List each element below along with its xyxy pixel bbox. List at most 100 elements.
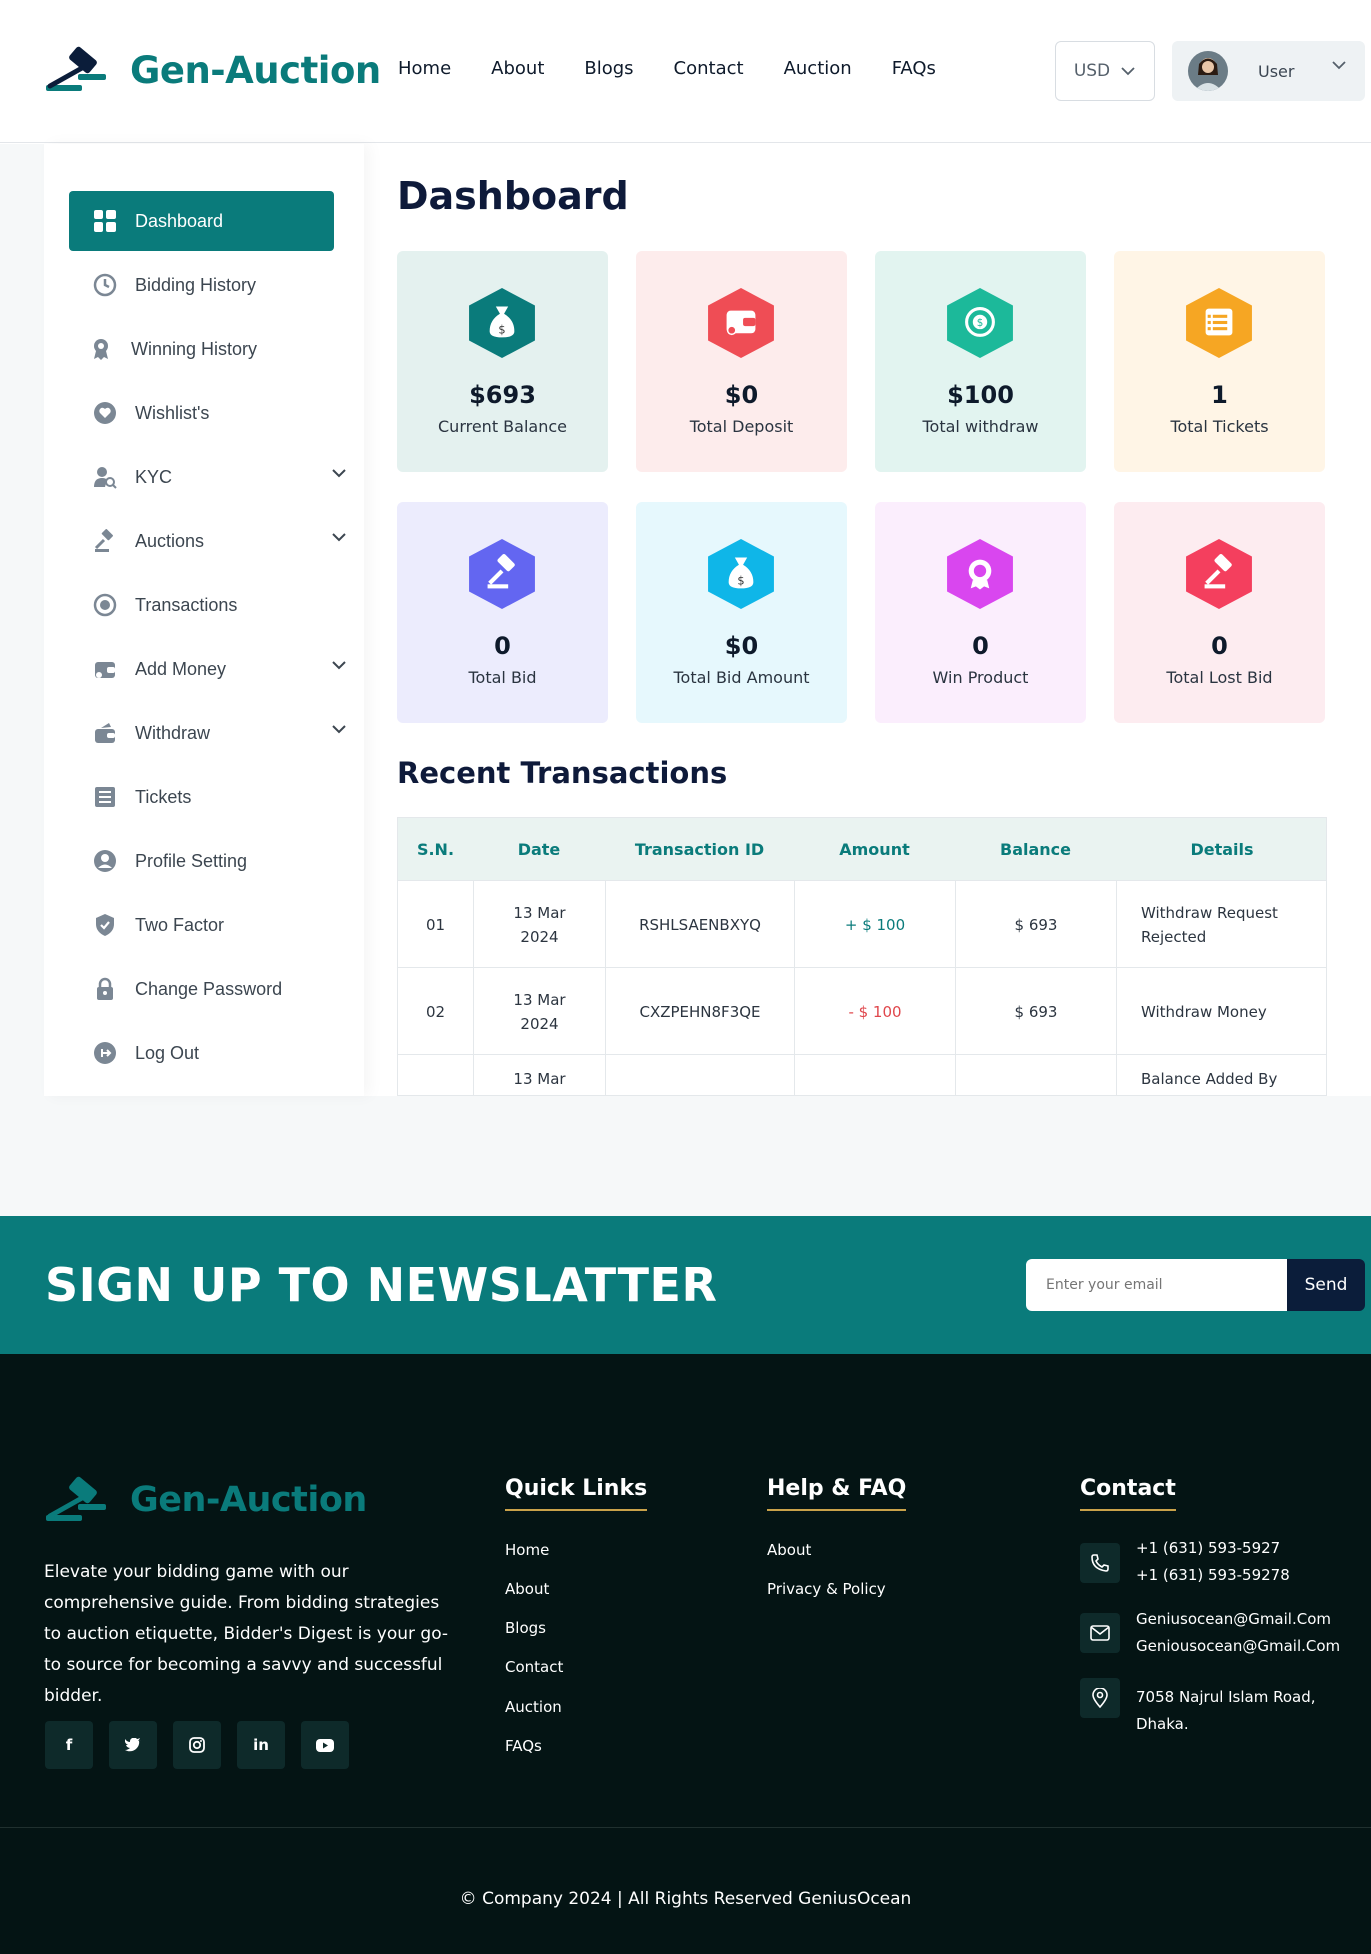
stat-value: $693 <box>469 381 536 409</box>
cell-date: 13 Mar 2024 <box>473 968 605 1055</box>
cell-sn: 02 <box>425 1002 446 1021</box>
nav-about[interactable]: About <box>491 58 544 79</box>
footer-logo[interactable]: Gen-Auction <box>44 1476 367 1524</box>
sidebar-item-bidding-history[interactable]: Bidding History <box>69 255 334 315</box>
newsletter-email-input[interactable] <box>1026 1259 1288 1311</box>
brand-logo[interactable]: Gen-Auction <box>44 46 381 94</box>
sidebar-item-tickets[interactable]: Tickets <box>69 767 334 827</box>
stat-label: Total Deposit <box>689 417 794 436</box>
copyright-text: © Company 2024 | All Rights Reserved Gen… <box>459 1889 912 1909</box>
svg-text:$: $ <box>737 573 744 587</box>
chevron-down-icon <box>1332 61 1346 70</box>
footer-link-about[interactable]: About <box>505 1580 549 1598</box>
stat-card: $ $100 Total withdraw <box>875 251 1086 472</box>
sidebar-item-profile-setting[interactable]: Profile Setting <box>69 831 334 891</box>
footer-link-faqs[interactable]: FAQs <box>505 1737 542 1755</box>
sidebar-item-auctions[interactable]: Auctions <box>69 511 346 571</box>
chevron-down-icon <box>332 661 346 670</box>
transactions-table: S.N. Date Transaction ID Amount Balance … <box>397 817 1327 1096</box>
th-amount: Amount <box>839 839 910 859</box>
contact-email-2[interactable]: Geniousocean@Gmail.Com <box>1136 1633 1340 1660</box>
currency-value: USD <box>1073 61 1111 81</box>
table-row: 0313 Mar9L3IS5XYOVII+ $ 1000$ 693Balance… <box>398 1054 1326 1095</box>
heart-icon <box>92 400 118 426</box>
sidebar-item-wishlist[interactable]: Wishlist's <box>69 383 334 443</box>
gavel-icon <box>1186 539 1252 609</box>
th-transaction-id: Transaction ID <box>634 839 765 859</box>
stat-card: 1 Total Tickets <box>1114 251 1325 472</box>
footer-link-privacy-policy[interactable]: Privacy & Policy <box>767 1580 886 1598</box>
stat-card: $ $0 Total Bid Amount <box>636 502 847 723</box>
page-title: Dashboard <box>397 174 629 218</box>
svg-text:$: $ <box>977 317 984 329</box>
help-faq-title: Help & FAQ <box>767 1476 907 1511</box>
sidebar-item-logout[interactable]: Log Out <box>69 1023 334 1083</box>
sidebar-item-change-password[interactable]: Change Password <box>69 959 334 1019</box>
stat-label: Total Bid Amount <box>673 668 810 687</box>
chevron-down-icon <box>332 469 346 478</box>
sidebar-item-add-money[interactable]: Add Money <box>69 639 346 699</box>
cell-date: 13 Mar <box>473 1055 605 1095</box>
nav-faqs[interactable]: FAQs <box>892 58 936 79</box>
user-search-icon <box>92 464 118 490</box>
currency-select[interactable]: USD <box>1055 41 1155 101</box>
user-menu[interactable]: User <box>1172 41 1365 101</box>
sidebar-item-label: Two Factor <box>135 914 225 935</box>
dollar-cycle-icon <box>92 592 118 618</box>
cell-balance: $ 693 <box>955 1055 1116 1095</box>
footer-link-auction[interactable]: Auction <box>505 1698 562 1716</box>
instagram-icon[interactable] <box>173 1721 221 1769</box>
sidebar-item-transactions[interactable]: Transactions <box>69 575 334 635</box>
chevron-down-icon <box>332 533 346 542</box>
cell-sn: 01 <box>425 915 446 934</box>
sidebar-item-withdraw[interactable]: Withdraw <box>69 703 346 763</box>
sidebar-item-kyc[interactable]: KYC <box>69 447 346 507</box>
sidebar-item-label: Profile Setting <box>135 850 248 871</box>
stat-label: Win Product <box>932 668 1029 687</box>
nav-auction[interactable]: Auction <box>784 58 852 79</box>
logout-icon <box>92 1040 118 1066</box>
twitter-icon[interactable] <box>109 1721 157 1769</box>
chevron-down-icon <box>1121 67 1135 76</box>
stat-value: 0 <box>494 632 511 660</box>
stat-value: $0 <box>724 381 759 409</box>
nav-home[interactable]: Home <box>398 58 451 79</box>
footer-about-text: Elevate your bidding game with our compr… <box>44 1562 449 1706</box>
footer-link-home[interactable]: Home <box>505 1541 549 1559</box>
sidebar-item-two-factor[interactable]: Two Factor <box>69 895 334 955</box>
contact-title: Contact <box>1080 1476 1176 1511</box>
footer-link-help-about[interactable]: About <box>767 1541 811 1559</box>
cell-details: Withdraw Money <box>1116 968 1326 1055</box>
stat-card: 0 Total Lost Bid <box>1114 502 1325 723</box>
stat-value: 1 <box>1211 381 1228 409</box>
nav-contact[interactable]: Contact <box>674 58 744 79</box>
svg-text:$: $ <box>498 322 505 336</box>
footer-link-contact[interactable]: Contact <box>505 1658 563 1676</box>
contact-email-1[interactable]: Geniusocean@Gmail.Com <box>1136 1606 1331 1633</box>
award-icon <box>88 336 114 362</box>
facebook-icon[interactable]: f <box>45 1721 93 1769</box>
linkedin-icon[interactable]: in <box>237 1721 285 1769</box>
history-icon <box>92 272 118 298</box>
stat-card: $ $693 Current Balance <box>397 251 608 472</box>
sidebar-item-label: Transactions <box>135 594 238 615</box>
cell-details: Balance Added By <box>1116 1055 1326 1095</box>
youtube-icon[interactable] <box>301 1721 349 1769</box>
sidebar-item-label: KYC <box>135 466 173 487</box>
nav-blogs[interactable]: Blogs <box>584 58 633 79</box>
cell-amount: + $ 100 <box>794 881 955 968</box>
contact-phone-1[interactable]: +1 (631) 593-5927 <box>1136 1535 1280 1562</box>
money-bag-icon: $ <box>469 288 535 358</box>
sidebar-item-winning-history[interactable]: Winning History <box>69 319 334 379</box>
contact-phone-2[interactable]: +1 (631) 593-59278 <box>1136 1562 1290 1589</box>
shield-icon <box>92 912 118 938</box>
sidebar-item-dashboard[interactable]: Dashboard <box>69 191 334 251</box>
newsletter-send-button[interactable]: Send <box>1287 1259 1365 1311</box>
stat-label: Total Bid <box>468 668 537 687</box>
footer-link-blogs[interactable]: Blogs <box>505 1619 546 1637</box>
gavel-logo-icon <box>46 46 106 91</box>
dashboard-icon <box>92 208 118 234</box>
money-bag-icon: $ <box>708 539 774 609</box>
stat-value: 0 <box>972 632 989 660</box>
cell-transaction-id: RSHLSAENBXYQ <box>605 881 794 968</box>
